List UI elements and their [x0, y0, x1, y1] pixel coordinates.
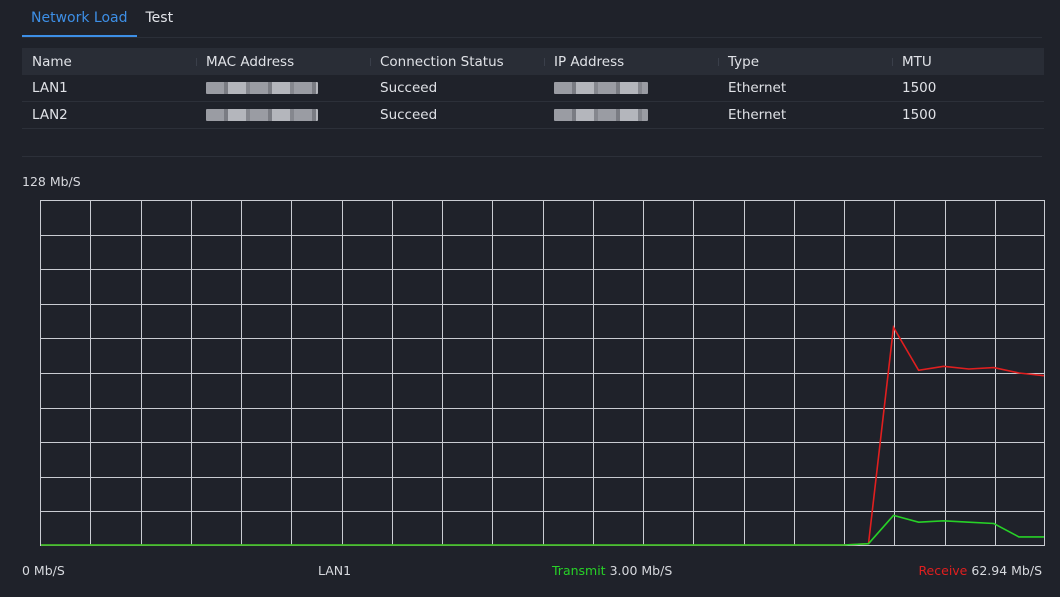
- table-row[interactable]: LAN1 Succeed Ethernet 1500: [22, 75, 1044, 102]
- tab-network-load[interactable]: Network Load: [22, 0, 137, 37]
- cell-name: LAN2: [32, 107, 68, 123]
- cell-mac-masked: [196, 107, 370, 123]
- network-load-graph: [40, 200, 1045, 546]
- transmit-label: Transmit: [552, 563, 606, 578]
- graph-footer: 0 Mb/S LAN1 Transmit 3.00 Mb/S Receive 6…: [22, 563, 1042, 581]
- cell-ip-masked: [544, 107, 718, 123]
- load-chart: [40, 200, 1045, 546]
- cell-mtu: 1500: [902, 80, 937, 96]
- redacted-mac: [206, 82, 318, 94]
- header-ip-address[interactable]: IP Address: [544, 54, 718, 70]
- section-divider: [22, 156, 1042, 157]
- transmit-legend: Transmit 3.00 Mb/S: [552, 563, 672, 578]
- cell-ip-masked: [544, 80, 718, 96]
- receive-value: 62.94 Mb/S: [971, 563, 1042, 578]
- redacted-ip: [554, 109, 648, 121]
- receive-legend: Receive 62.94 Mb/S: [918, 563, 1042, 578]
- y-axis-max-label: 128 Mb/S: [22, 174, 81, 189]
- header-type[interactable]: Type: [718, 54, 892, 70]
- header-name[interactable]: Name: [22, 54, 196, 70]
- cell-status: Succeed: [380, 107, 438, 123]
- table-header: Name MAC Address Connection Status IP Ad…: [22, 48, 1044, 75]
- tab-bar: Network Load Test: [22, 0, 182, 37]
- header-mtu[interactable]: MTU: [892, 54, 1044, 70]
- interface-label: LAN1: [318, 563, 352, 578]
- redacted-mac: [206, 109, 318, 121]
- transmit-value: 3.00 Mb/S: [609, 563, 673, 578]
- cell-type: Ethernet: [728, 107, 787, 123]
- cell-status: Succeed: [380, 80, 438, 96]
- table-row[interactable]: LAN2 Succeed Ethernet 1500: [22, 102, 1044, 129]
- redacted-ip: [554, 82, 648, 94]
- tab-divider: [22, 37, 1042, 38]
- cell-mac-masked: [196, 80, 370, 96]
- cell-type: Ethernet: [728, 80, 787, 96]
- cell-mtu: 1500: [902, 107, 937, 123]
- header-connection-status[interactable]: Connection Status: [370, 54, 544, 70]
- y-axis-min-label: 0 Mb/S: [22, 563, 65, 578]
- tab-test[interactable]: Test: [137, 0, 183, 37]
- network-table: Name MAC Address Connection Status IP Ad…: [22, 48, 1044, 129]
- header-mac-address[interactable]: MAC Address: [196, 54, 370, 70]
- receive-label: Receive: [918, 563, 968, 578]
- cell-name: LAN1: [32, 80, 68, 96]
